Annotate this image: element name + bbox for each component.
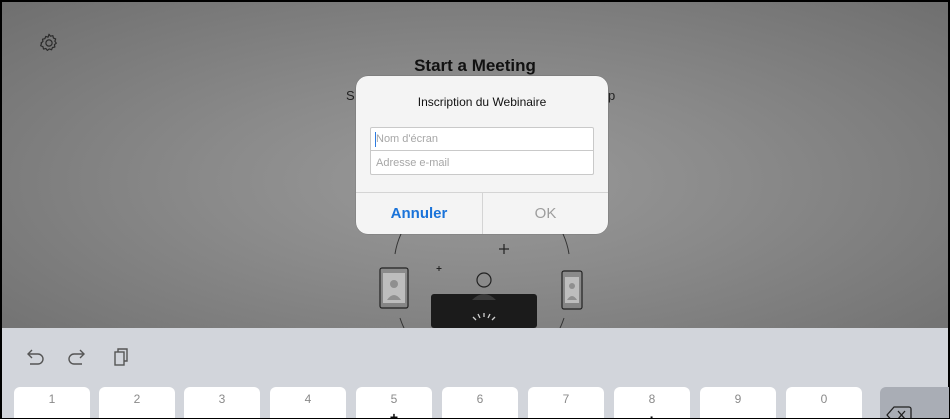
key-4[interactable]: 4 (270, 387, 346, 418)
small-plus-icon (436, 266, 442, 271)
undo-icon[interactable] (24, 347, 46, 367)
key-6[interactable]: 6 (442, 387, 518, 418)
circle-arc-bottom-left (399, 317, 405, 328)
key-5[interactable]: 5 + (356, 387, 432, 419)
ok-button[interactable]: OK (483, 193, 608, 234)
dialog-title: Inscription du Webinaire (417, 95, 547, 109)
redo-icon[interactable] (66, 347, 88, 367)
key-3[interactable]: 3 (184, 387, 260, 418)
subtitle-fragment-right: p (608, 88, 616, 103)
key-number: 9 (734, 392, 742, 406)
key-number: 0 (820, 392, 828, 406)
key-symbol: + (389, 409, 399, 419)
key-8[interactable]: 8 · (614, 387, 690, 419)
key-number: 7 (562, 392, 570, 406)
key-number: 8 (648, 392, 656, 406)
plus-icon (499, 244, 509, 254)
tablet-icon (379, 267, 409, 309)
email-input[interactable] (370, 151, 594, 175)
key-number: 1 (48, 392, 56, 406)
backspace-icon (886, 406, 912, 418)
screen-name-input[interactable] (370, 127, 594, 151)
cancel-button[interactable]: Annuler (356, 193, 482, 234)
key-1[interactable]: 1 (14, 387, 90, 418)
key-9[interactable]: 9 (700, 387, 776, 418)
laptop-icon (431, 294, 537, 328)
key-2[interactable]: 2 (99, 387, 175, 418)
key-number: 5 (390, 392, 398, 406)
circle-arc-bottom-right (559, 317, 565, 328)
phone-icon (561, 270, 583, 310)
key-symbol: · (649, 409, 655, 419)
onscreen-keyboard: 1 2 3 4 5 + 6 7 8 · 9 0 (2, 328, 949, 419)
app-window: Start a Meeting S p Inscription du Webin… (0, 0, 950, 419)
person-icon (476, 272, 492, 288)
text-cursor (375, 132, 376, 147)
paste-icon[interactable] (110, 347, 132, 367)
key-7[interactable]: 7 (528, 387, 604, 418)
subtitle-fragment-left: S (346, 88, 355, 103)
key-number: 2 (133, 392, 141, 406)
gear-icon[interactable] (38, 32, 60, 54)
page-title: Start a Meeting (414, 56, 536, 75)
key-number: 3 (218, 392, 226, 406)
key-number: 4 (304, 392, 312, 406)
delete-key[interactable] (880, 387, 949, 418)
key-number: 6 (476, 392, 484, 406)
webinar-registration-dialog: Inscription du Webinaire Annuler OK (356, 76, 608, 234)
key-0[interactable]: 0 (786, 387, 862, 418)
